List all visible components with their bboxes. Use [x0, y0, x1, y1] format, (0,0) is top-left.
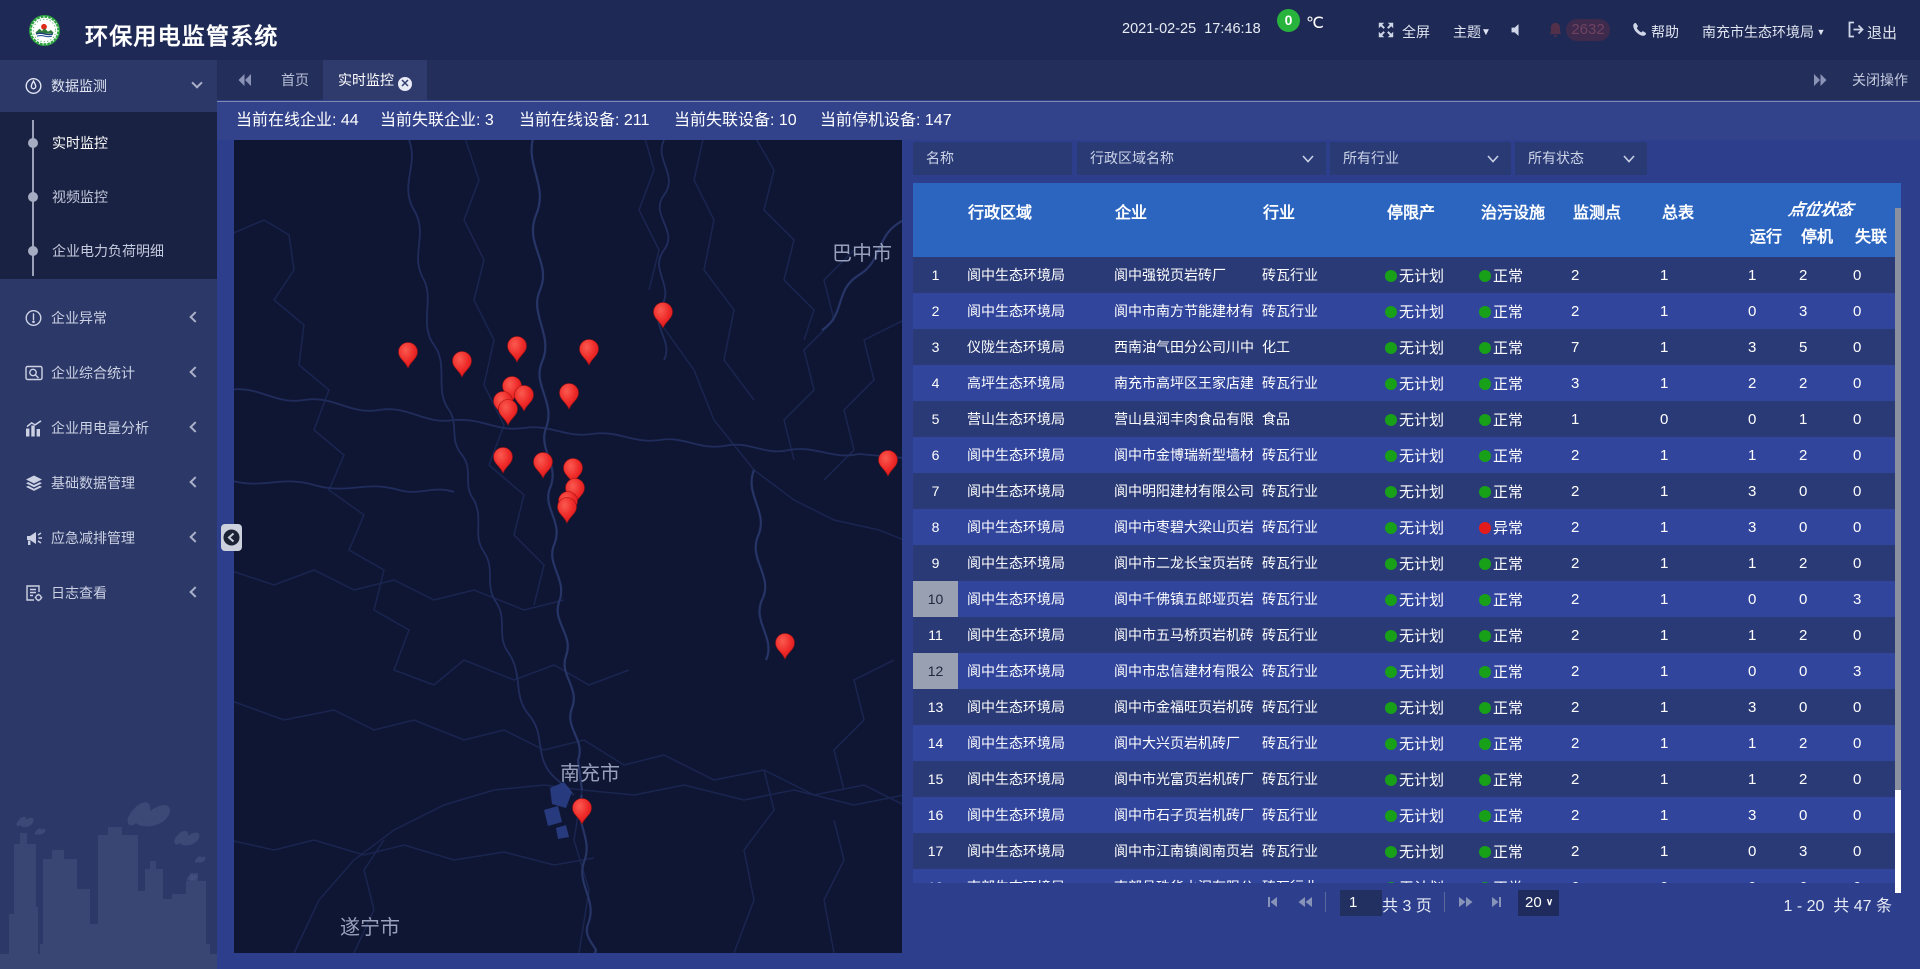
svg-text:南充市: 南充市	[560, 762, 620, 785]
svg-text:遂宁市: 遂宁市	[340, 916, 400, 939]
svg-text:巴中市: 巴中市	[832, 242, 892, 265]
